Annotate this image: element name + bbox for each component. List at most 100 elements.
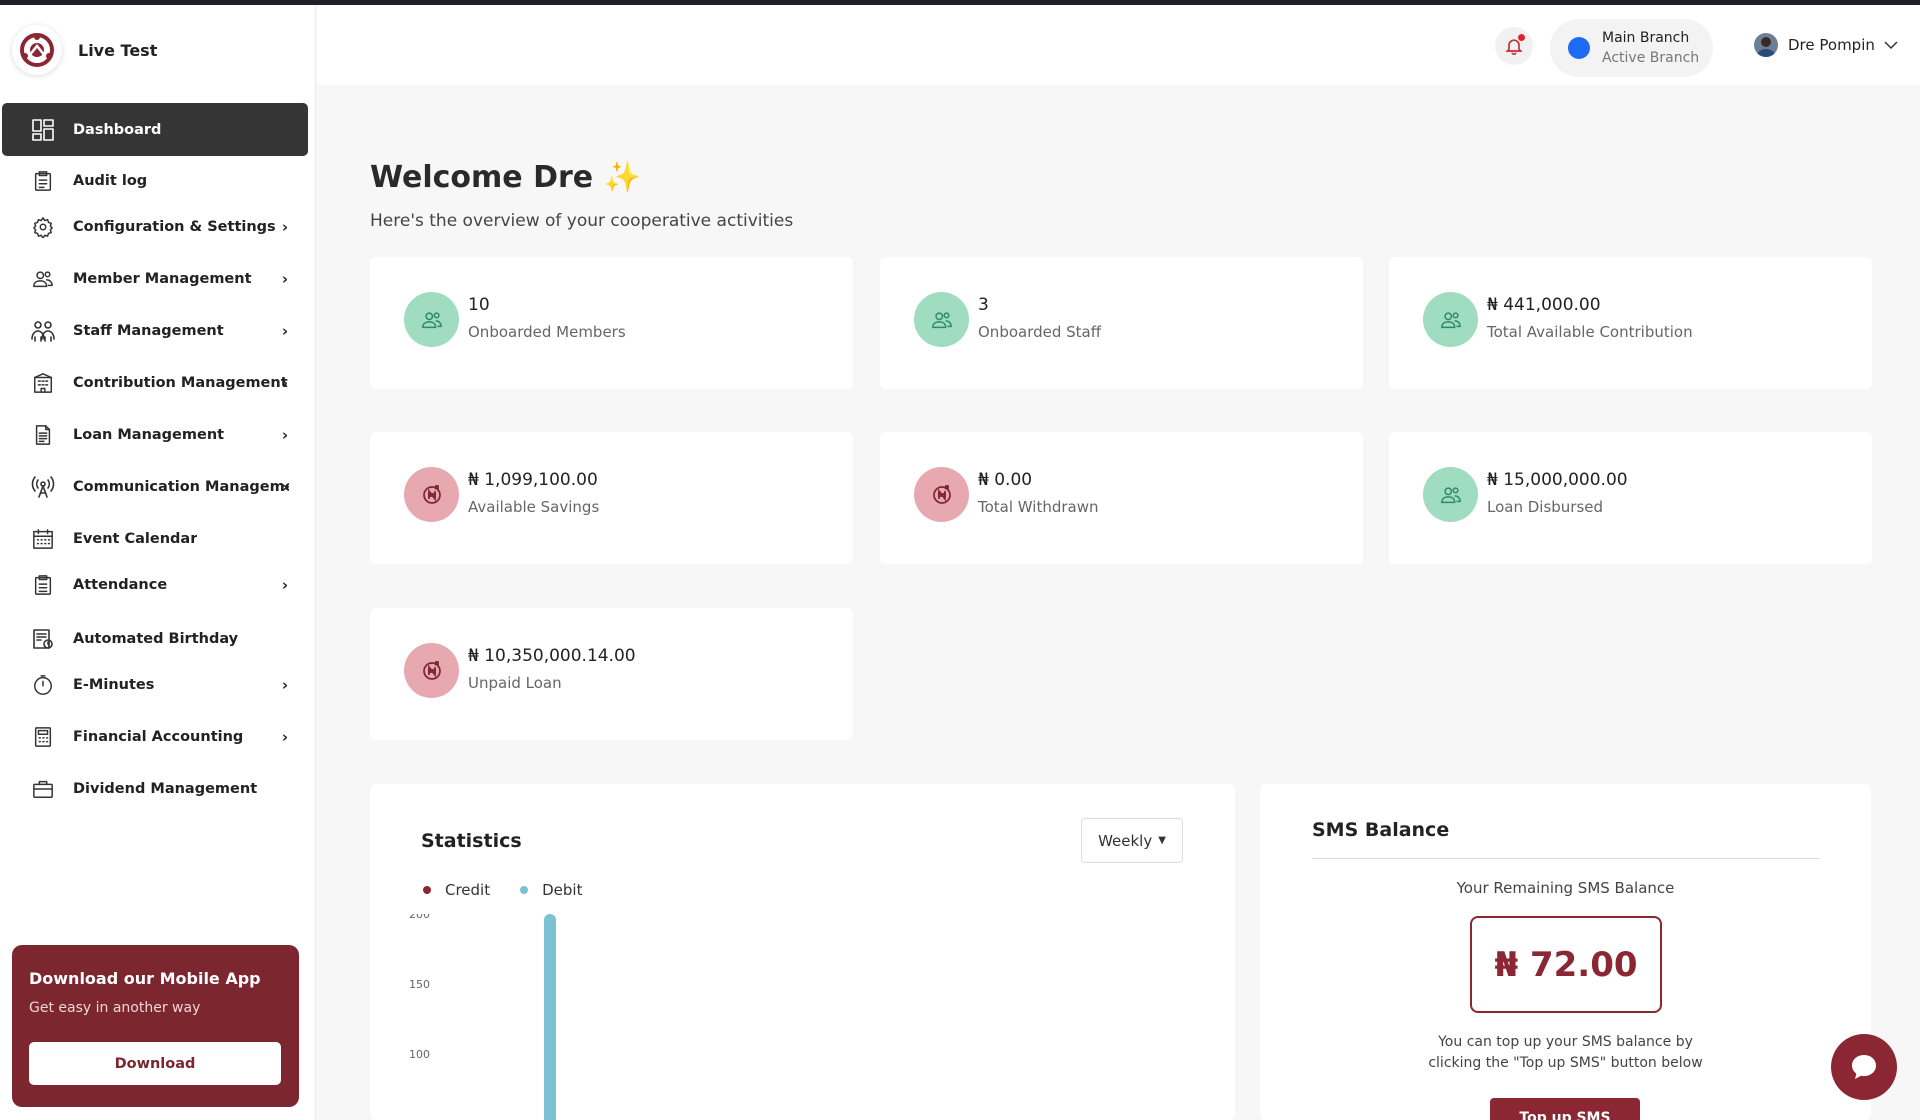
legend-label: Debit [542, 881, 583, 899]
users-icon [914, 292, 969, 347]
stopwatch-icon [30, 672, 56, 698]
period-dropdown[interactable]: Weekly ▼ [1081, 818, 1183, 863]
legend-label: Credit [445, 881, 491, 899]
building-icon [30, 370, 56, 396]
statistics-panel: Statistics Weekly ▼ Credit Debit 200 150 1… [370, 784, 1235, 1120]
page-subtitle: Here's the overview of your cooperative … [370, 211, 794, 231]
brand-name: Live Test [78, 40, 158, 60]
sms-title: SMS Balance [1312, 819, 1450, 841]
chevron-right-icon: › [281, 270, 288, 288]
top-header: Main Branch Active Branch Dre Pompin [317, 5, 1920, 85]
chevron-down-icon [1884, 41, 1898, 50]
y-tick-label: 150 [409, 978, 430, 991]
chevron-right-icon: › [281, 478, 288, 496]
stat-value: ₦ 10,350,000.14.00 [468, 646, 636, 666]
sidebar-item-label: Dashboard [73, 121, 162, 138]
chat-icon [1852, 1055, 1876, 1079]
stat-value: 10 [468, 295, 490, 315]
stat-card: 3 Onboarded Staff [880, 257, 1363, 389]
sidebar-item-contribution-management[interactable]: Contribution Management › [2, 356, 308, 410]
users-icon [1423, 292, 1478, 347]
caret-down-icon: ▼ [1158, 835, 1166, 846]
sidebar-item-label: Member Management [73, 271, 252, 287]
stat-label: Loan Disbursed [1487, 498, 1604, 516]
sidebar-item-dashboard[interactable]: Dashboard [2, 103, 308, 156]
chat-button[interactable] [1831, 1034, 1897, 1100]
branch-name: Main Branch [1602, 30, 1690, 46]
naira-coin-icon [404, 467, 459, 522]
clipboard-icon [30, 168, 56, 194]
chevron-right-icon: › [281, 676, 288, 694]
sidebar-item-label: Automated Birthday [73, 631, 239, 647]
sidebar-item-label: Dividend Management [73, 781, 258, 797]
sidebar-item-member-management[interactable]: Member Management › [2, 252, 308, 306]
clipboard-check-icon [30, 572, 56, 598]
avatar [1754, 33, 1778, 57]
notification-dot [1518, 34, 1525, 41]
welcome-section: Welcome Dre ✨ Here's the overview of you… [370, 160, 793, 231]
legend-dot-icon [423, 886, 431, 894]
chevron-right-icon: › [281, 374, 288, 392]
promo-subtitle: Get easy in another way [29, 1000, 201, 1016]
brand-logo-icon [12, 25, 62, 75]
stat-card: ₦ 0.00 Total Withdrawn [880, 432, 1363, 564]
chevron-right-icon: › [281, 576, 288, 594]
sidebar-item-label: Staff Management [73, 323, 224, 339]
sidebar-item-financial-accounting[interactable]: Financial Accounting › [2, 710, 308, 764]
user-menu[interactable]: Dre Pompin [1754, 33, 1899, 57]
bar-debit [544, 914, 556, 1120]
sidebar-item-label: Communication Managemen [73, 479, 289, 495]
document-icon [30, 422, 56, 448]
y-tick-label: 100 [409, 1048, 430, 1061]
legend-item: Debit [520, 881, 582, 899]
sidebar-item-label: Financial Accounting [73, 729, 244, 745]
period-value: Weekly [1098, 831, 1153, 850]
sidebar-item-label: Attendance [73, 577, 168, 593]
stat-value: ₦ 441,000.00 [1487, 295, 1601, 315]
page-title: Welcome Dre ✨ [370, 160, 641, 195]
stat-value: ₦ 1,099,100.00 [468, 470, 598, 490]
sms-balance-value: ₦ 72.00 [1470, 916, 1662, 1013]
sidebar-item-label: Loan Management [73, 427, 225, 443]
stat-card: ₦ 15,000,000.00 Loan Disbursed [1389, 432, 1872, 564]
stat-card: 10 Onboarded Members [370, 257, 853, 389]
sidebar-item-communication-managemen[interactable]: Communication Managemen › [2, 460, 308, 514]
stat-value: 3 [978, 295, 989, 315]
sms-note-line2: clicking the "Top up SMS" button below [1428, 1055, 1703, 1071]
stat-card: ₦ 441,000.00 Total Available Contributio… [1389, 257, 1872, 389]
briefcase-icon [30, 776, 56, 802]
gear-icon [30, 214, 56, 240]
brand[interactable]: Live Test [12, 25, 157, 75]
sidebar-item-label: Configuration & Settings [73, 219, 276, 235]
stat-label: Total Available Contribution [1487, 323, 1693, 341]
sms-subtitle: Your Remaining SMS Balance [1456, 879, 1675, 897]
stat-card: ₦ 10,350,000.14.00 Unpaid Loan [370, 608, 853, 740]
branch-selector[interactable]: Main Branch Active Branch [1550, 19, 1713, 77]
broadcast-icon [30, 474, 56, 500]
stat-value: ₦ 0.00 [978, 470, 1033, 490]
chevron-right-icon: › [281, 728, 288, 746]
sidebar-item-loan-management[interactable]: Loan Management › [2, 408, 308, 462]
divider [1312, 858, 1820, 859]
top-up-sms-button[interactable]: Top up SMS [1490, 1098, 1640, 1120]
users-icon [30, 266, 56, 292]
stat-label: Available Savings [468, 498, 600, 516]
chevron-right-icon: › [281, 426, 288, 444]
naira-coin-icon [914, 467, 969, 522]
chart-legend: Credit Debit [423, 881, 612, 899]
notification-button[interactable] [1495, 27, 1533, 65]
sidebar-item-label: Audit log [73, 173, 148, 189]
sidebar-item-dividend-management[interactable]: Dividend Management [2, 762, 308, 816]
branch-status: Active Branch [1602, 50, 1700, 66]
sms-note: You can top up your SMS balance by click… [1260, 1032, 1871, 1074]
sidebar-item-configuration-settings[interactable]: Configuration & Settings › [2, 200, 308, 254]
sidebar-item-attendance[interactable]: Attendance › [2, 558, 308, 612]
stat-value: ₦ 15,000,000.00 [1487, 470, 1628, 490]
staff-icon [30, 318, 56, 344]
legend-item: Credit [423, 881, 490, 899]
branch-status-icon [1568, 37, 1590, 59]
sidebar-item-staff-management[interactable]: Staff Management › [2, 304, 308, 358]
statistics-chart: 200 150 100 [409, 914, 556, 1120]
download-button[interactable]: Download [29, 1042, 281, 1085]
sidebar-item-e-minutes[interactable]: E-Minutes › [2, 658, 308, 712]
